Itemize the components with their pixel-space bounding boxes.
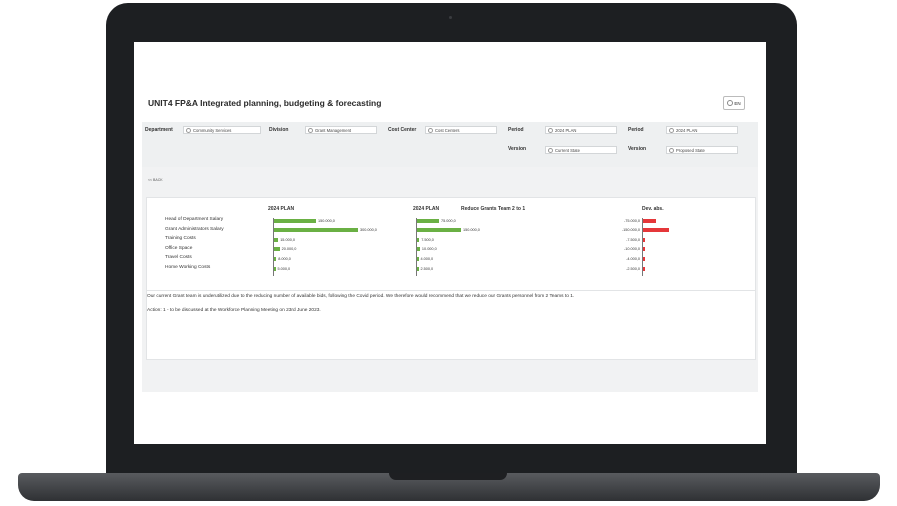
bar-plan [274,218,316,223]
data-label: -4.000,0 [626,256,640,261]
select-icon [186,127,191,133]
bar-plan [274,266,276,271]
cost-center-value: Cost Centers [435,127,460,133]
bar-scenario [417,256,419,261]
division-label: Division [269,127,289,133]
comment-line-1: Our current Grant team is underutilized … [147,294,575,299]
bar-deviation [643,247,645,252]
data-label: -75.000,0 [623,218,640,223]
bar-plan [274,237,279,242]
language-button[interactable]: EN [723,96,745,110]
bar-deviation [643,237,645,242]
data-label: 15.000,0 [280,237,295,242]
department-label: Department [145,127,173,133]
bar-scenario [417,228,461,233]
bar-deviation [643,256,645,261]
column-header-plan: 2024 PLAN [268,206,295,212]
period-1-select[interactable]: 2024 PLAN [545,126,617,134]
category-label: Training Costs [165,236,196,242]
bar-deviation [643,266,645,271]
data-label: 4.000,0 [420,256,434,261]
back-link[interactable]: << BACK [148,178,163,182]
data-label: 75.000,0 [441,218,456,223]
data-label: 10.000,0 [421,247,437,252]
screen: UNIT4 FP&A Integrated planning, budgetin… [134,42,766,444]
data-label: -2.500,0 [626,266,640,271]
period-1-label: Period [508,127,524,133]
language-label: EN [734,100,741,106]
select-icon [669,147,674,153]
bar-deviation [643,228,669,233]
bar-scenario [417,218,439,223]
period-2-select[interactable]: 2024 PLAN [666,126,738,134]
data-label: -7.500,0 [626,237,640,242]
data-label: 7.500,0 [421,237,434,242]
data-label: 300.000,0 [360,228,377,233]
data-label: 8.000,0 [278,256,291,261]
bar-plan [274,228,358,233]
period-1-value: 2024 PLAN [555,127,577,133]
bar-plan [274,256,277,261]
data-label: -150.000,0 [621,228,640,233]
category-label: Head of Department Salary [165,217,224,222]
category-label: Home Working Costs [165,265,211,270]
department-select[interactable]: Community Services [183,126,261,134]
camera [449,16,452,19]
column-header-plan-2: 2024 PLAN [413,206,440,212]
laptop-notch [389,473,507,480]
bar-plan [274,247,280,252]
data-label: 2.500,0 [420,266,434,271]
page-title: UNIT4 FP&A Integrated planning, budgetin… [148,98,382,108]
category-label: Travel Costs [165,255,192,261]
data-label: 5.000,0 [277,266,291,271]
data-label: 150.000,0 [318,218,335,223]
data-label: 150.000,0 [463,228,480,233]
select-icon [308,127,313,133]
bar-deviation [643,218,656,223]
select-icon [548,127,553,133]
select-icon [428,127,433,133]
category-label: Office Space [165,245,193,251]
select-icon [669,127,674,133]
column-header-scenario: Reduce Grants Team 2 to 1 [461,206,526,212]
period-2-value: 2024 PLAN [676,127,698,133]
select-icon [548,147,553,153]
division-select[interactable]: Grant Management [305,126,377,134]
department-value: Community Services [193,127,232,133]
globe-icon [727,100,734,106]
version-1-label: Version [508,146,527,152]
comments-panel: Our current Grant team is underutilized … [146,290,756,360]
version-2-label: Version [628,146,647,152]
bar-scenario [417,266,419,271]
comment-line-2: Action: 1 - to be discussed at the Workf… [147,308,321,313]
filter-panel: Department Community Services Division G… [142,122,758,167]
version-1-value: Current State [555,147,580,153]
version-2-select[interactable]: Proposed State [666,146,738,154]
period-2-label: Period [628,127,644,133]
version-1-select[interactable]: Current State [545,146,617,154]
data-label: 20.000,0 [281,247,297,252]
bar-scenario [417,247,420,252]
cost-center-label: Cost Center [388,127,417,133]
chart-panel: 2024 PLAN 2024 PLAN Reduce Grants Team 2… [146,197,756,293]
data-label: -10.000,0 [623,247,640,252]
version-2-value: Proposed State [676,147,705,153]
bar-scenario [417,237,420,242]
division-value: Grant Management [315,127,352,133]
category-label: Grant Administrators Salary [165,226,224,232]
cost-center-select[interactable]: Cost Centers [425,126,497,134]
column-header-deviation: Dev. abs. [642,206,664,212]
